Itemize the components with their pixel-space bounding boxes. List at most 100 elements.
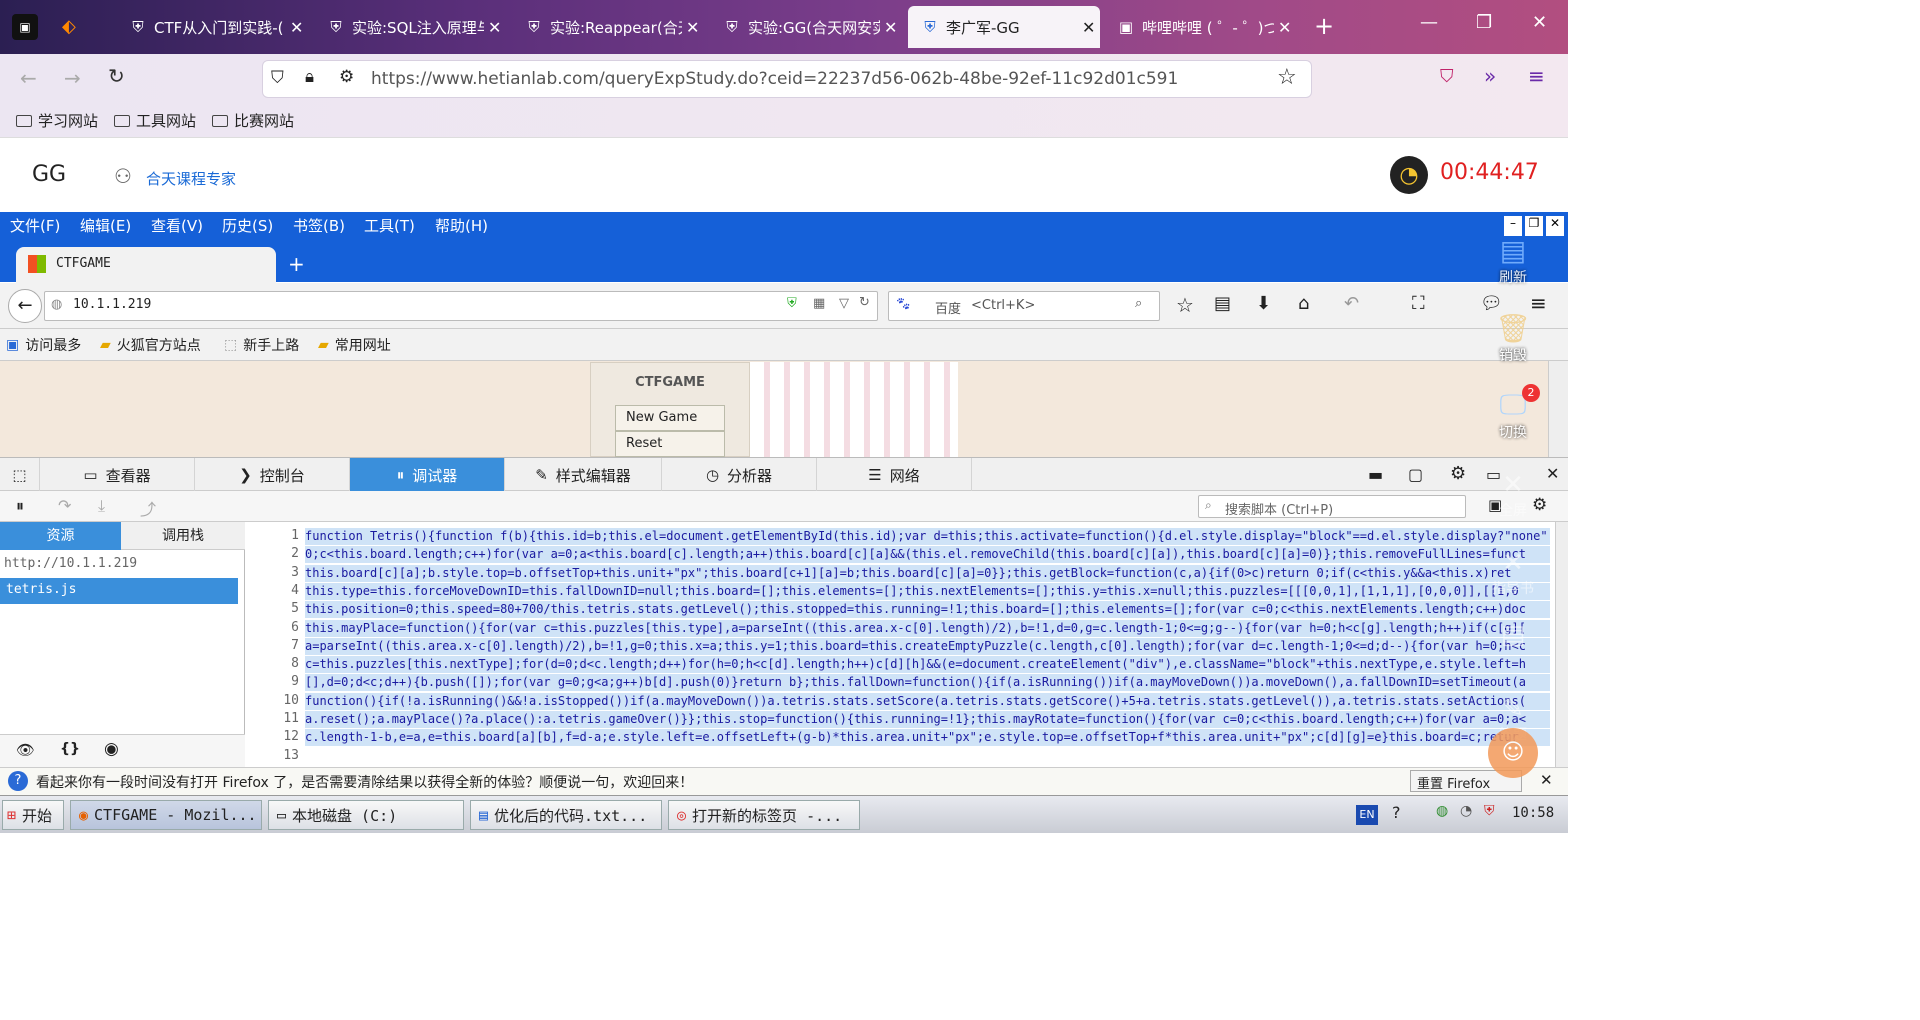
screenshot-icon[interactable]: ⛶ <box>1412 293 1425 314</box>
reset-button[interactable]: Reset <box>615 431 725 457</box>
undo-icon[interactable]: ↶ <box>1344 293 1359 314</box>
code-scrollbar[interactable] <box>1555 522 1568 767</box>
close-icon[interactable]: ✕ <box>686 18 699 37</box>
outer-tab-2[interactable]: ⛨ 实验:Reappear(合天 ✕ <box>512 6 700 48</box>
inner-new-tab-icon[interactable]: + <box>288 252 305 276</box>
tab-call-stack[interactable]: 调用栈 <box>121 522 245 550</box>
tab-inspector[interactable]: ▭ 查看器 <box>40 458 195 492</box>
menu-edit[interactable]: 编辑(E) <box>80 215 131 236</box>
code-line[interactable]: this.position=0;this.speed=80+700/this.t… <box>305 601 1550 619</box>
qr-icon[interactable]: ▦ <box>813 296 825 311</box>
new-tab-icon[interactable]: + <box>1314 12 1334 40</box>
bookmark-firefox-official[interactable]: ▰ 火狐官方站点 <box>100 335 201 355</box>
line-number[interactable]: 8 <box>245 656 299 671</box>
extensions-icon[interactable]: » <box>1484 64 1496 88</box>
inner-search-bar[interactable]: 🐾︎ 百度 <Ctrl+K> ⌕ <box>888 291 1160 321</box>
code-line[interactable]: this.type=this.forceMoveDownID=this.fall… <box>305 582 1550 600</box>
close-notice-icon[interactable]: ✕ <box>1540 771 1553 789</box>
restore-icon[interactable]: ❐ <box>1476 12 1492 33</box>
star-icon[interactable]: ☆ <box>1277 65 1297 90</box>
menu-icon[interactable]: ≡ <box>1528 64 1545 88</box>
guide-book-button[interactable]: ▤ <box>1490 620 1536 650</box>
bookmark-star-icon[interactable]: ☆ <box>1176 293 1194 317</box>
code-line[interactable]: a.reset();a.mayPlace()?a.place():a.tetri… <box>305 711 1550 728</box>
pretty-print-icon[interactable]: {} <box>60 741 80 757</box>
code-editor[interactable]: 1 function Tetris(){function f(b){this.id… <box>245 522 1555 767</box>
tab-console[interactable]: ❯ 控制台 <box>195 458 350 492</box>
tab-sources[interactable]: 资源 <box>0 522 121 550</box>
inner-close-icon[interactable]: ✕ <box>1546 216 1564 236</box>
line-number[interactable]: 7 <box>245 638 299 653</box>
outer-tab-0[interactable]: ⛨ CTF从入门到实践-(✕ <box>116 6 304 48</box>
code-line[interactable]: this.mayPlace=function(){for(var c=this.… <box>305 619 1550 637</box>
refresh-lab-button[interactable]: ▤ 刷新 <box>1490 234 1536 287</box>
home-icon[interactable]: ⌂ <box>1298 293 1309 314</box>
start-button[interactable]: ⊞ 开始 <box>2 800 64 830</box>
assistant-bubble-icon[interactable]: ☺ <box>1488 728 1538 778</box>
destroy-lab-button[interactable]: 🗑︎ 销毁 <box>1490 312 1536 365</box>
line-number[interactable]: 4 <box>245 583 299 598</box>
network-tray-icon[interactable]: ◍ <box>1436 803 1448 819</box>
code-line[interactable]: a=parseInt((this.area.x-c[0].length)/2),… <box>305 637 1550 655</box>
reload-icon[interactable]: ↻ <box>108 64 125 88</box>
settings-icon[interactable]: ⚙ <box>1450 463 1466 484</box>
line-number[interactable]: 5 <box>245 601 299 616</box>
code-line[interactable]: 0;c<this.board.length;c++)for(var a=0;a<… <box>305 546 1550 564</box>
guide-lab-button[interactable]: ✕ 指导书 <box>1490 548 1536 598</box>
dropdown-icon[interactable]: ▽ <box>839 296 849 311</box>
code-line[interactable]: function(){if(!a.isRunning()&&!a.isStopp… <box>305 692 1550 710</box>
line-number[interactable]: 6 <box>245 620 299 635</box>
forward-icon[interactable]: → <box>64 66 81 90</box>
split-console-icon[interactable]: ▬ <box>1368 465 1383 484</box>
tetris-board[interactable] <box>750 362 958 457</box>
back-icon[interactable]: ← <box>20 66 37 90</box>
inspect-picker-icon[interactable]: ⬚ <box>0 458 40 492</box>
close-icon[interactable]: ✕ <box>488 18 501 37</box>
taskbar-item-disk[interactable]: ▭ 本地磁盘 (C:) <box>268 800 464 830</box>
line-number[interactable]: 11 <box>245 711 299 726</box>
line-number[interactable]: 1 <box>245 528 299 543</box>
close-icon[interactable]: ✕ <box>290 18 303 37</box>
tray-icon[interactable]: ◔ <box>1460 803 1472 819</box>
inner-minimize-icon[interactable]: – <box>1504 216 1522 236</box>
black-box-icon[interactable]: 👁︎ <box>16 741 35 759</box>
menu-help[interactable]: 帮助(H) <box>435 215 488 236</box>
step-out-icon[interactable]: ⤴ <box>140 496 156 520</box>
outer-tab-5[interactable]: ▣哔哩哔哩 ( ゜- ゜)つロ✕ <box>1104 6 1292 48</box>
outer-tab-1[interactable]: ⛨ 实验:SQL注入原理与 ✕ <box>314 6 502 48</box>
tab-debugger[interactable]: ⏸ 调试器 <box>350 458 505 492</box>
step-over-icon[interactable]: ↷ <box>58 496 71 515</box>
search-scripts-input[interactable]: ⌕ 搜索脚本 (Ctrl+P) <box>1198 495 1466 518</box>
code-line[interactable]: c.length-1-b,e=a,e=this.board[a][b],f=d-… <box>305 729 1550 747</box>
inner-url-bar[interactable]: ◍ 10.1.1.219 ⛨ ▦ ▽ ↻ <box>44 291 878 321</box>
refresh-icon[interactable]: ↻ <box>859 295 870 310</box>
code-line[interactable]: [],d=0;d<c;d++){b.push([]);for(var g=0;g… <box>305 674 1550 692</box>
code-line[interactable]: this.board[c][a];b.style.top=b.offsetTop… <box>305 564 1550 582</box>
page-scrollbar[interactable] <box>1548 361 1568 457</box>
pause-icon[interactable]: ⏸ <box>16 496 24 516</box>
chat-icon[interactable]: 💬︎ <box>1480 293 1503 314</box>
language-indicator[interactable]: EN <box>1356 805 1378 825</box>
toggle-breakpoints-icon[interactable]: ◉ <box>104 739 119 759</box>
taskbar-item-notepad[interactable]: ▤ 优化后的代码.txt... <box>470 800 662 830</box>
bookmark-folder[interactable]: 学习网站 <box>16 110 98 131</box>
inner-tab-ctfgame[interactable]: CTFGAME <box>16 247 276 283</box>
inner-back-icon[interactable]: ← <box>8 289 42 323</box>
close-devtools-icon[interactable]: ✕ <box>1546 464 1559 483</box>
menu-history[interactable]: 历史(S) <box>222 215 273 236</box>
line-number[interactable]: 2 <box>245 546 299 561</box>
minimize-icon[interactable]: — <box>1420 12 1438 33</box>
close-window-icon[interactable]: ✕ <box>1532 12 1547 33</box>
source-file-tetris[interactable]: tetris.js <box>0 578 238 604</box>
bookmark-most-visited[interactable]: ▣ 访问最多 <box>6 335 81 355</box>
outer-tab-4[interactable]: ⛨ 李广军-GG ✕ <box>908 6 1100 48</box>
line-number[interactable]: 12 <box>245 729 299 744</box>
inner-restore-icon[interactable]: ❐ <box>1525 216 1543 236</box>
taskbar-item-firefox[interactable]: ◉ CTFGAME - Mozil... <box>70 800 262 830</box>
bookmark-folder[interactable]: 比赛网站 <box>212 110 294 131</box>
expert-link[interactable]: 合天课程专家 <box>146 168 236 189</box>
line-number[interactable]: 3 <box>245 565 299 580</box>
security-tray-icon[interactable]: ⛨ <box>1484 803 1495 819</box>
line-number[interactable]: 10 <box>245 693 299 708</box>
taskbar-item-chrome[interactable]: ◎ 打开新的标签页 -... <box>668 800 860 830</box>
